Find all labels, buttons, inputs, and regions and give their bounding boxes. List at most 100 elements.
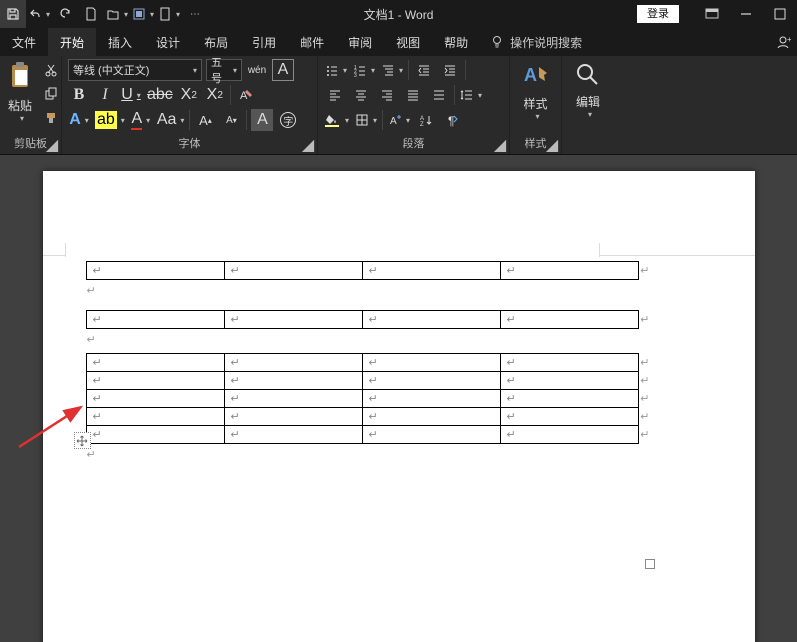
chevron-down-icon[interactable]: ▾ <box>406 116 410 125</box>
undo-icon[interactable]: ▾ <box>26 0 52 28</box>
new-doc-icon[interactable] <box>78 0 104 28</box>
tab-file[interactable]: 文件 <box>0 28 48 56</box>
shading-button[interactable]: ▾ <box>324 109 350 131</box>
editing-button[interactable]: 编辑 ▾ <box>568 59 608 119</box>
clear-format-icon[interactable]: A <box>235 84 257 106</box>
chevron-down-icon[interactable]: ▾ <box>137 91 141 100</box>
clipboard-launcher-icon[interactable]: ◢ <box>45 138 59 152</box>
copy-icon[interactable] <box>40 83 62 105</box>
shrink-font-icon[interactable]: A▾ <box>220 109 242 131</box>
show-marks-icon[interactable]: ¶ <box>441 109 463 131</box>
highlight-button[interactable]: ab▾ <box>94 109 126 131</box>
tab-home[interactable]: 开始 <box>48 28 96 56</box>
maximize-icon[interactable] <box>763 0 797 28</box>
tell-me[interactable]: 操作说明搜索 <box>490 28 582 56</box>
borders-button[interactable]: ▾ <box>354 109 378 131</box>
styles-button[interactable]: A 样式 ▾ <box>516 59 555 121</box>
table-resize-handle[interactable] <box>645 559 655 569</box>
cut-icon[interactable] <box>40 59 62 81</box>
document-area[interactable]: ↵↵↵↵↵ ↵ ↵↵↵↵↵ ↵ ↵↵↵↵↵ ↵↵↵↵↵ ↵↵↵↵↵ ↵↵↵↵↵ … <box>0 155 797 642</box>
word-table[interactable]: ↵↵↵↵↵ <box>86 261 639 280</box>
chevron-down-icon[interactable]: ▾ <box>343 66 347 75</box>
align-right-icon[interactable] <box>376 84 398 106</box>
chevron-down-icon[interactable]: ▾ <box>535 112 539 121</box>
chevron-down-icon[interactable]: ▾ <box>588 110 592 119</box>
align-distributed-icon[interactable] <box>428 84 450 106</box>
tab-help[interactable]: 帮助 <box>432 28 480 56</box>
char-border-icon[interactable]: A <box>272 59 294 81</box>
tab-review[interactable]: 审阅 <box>336 28 384 56</box>
paste-button[interactable]: 粘贴 ▾ <box>6 59 34 123</box>
chevron-down-icon[interactable]: ▾ <box>193 66 197 75</box>
align-center-icon[interactable] <box>350 84 372 106</box>
redo-icon[interactable] <box>52 0 78 28</box>
align-left-icon[interactable] <box>324 84 346 106</box>
bold-button[interactable]: B <box>68 84 90 106</box>
subscript-button[interactable]: X2 <box>178 84 200 106</box>
chevron-down-icon[interactable]: ▾ <box>124 10 128 19</box>
format-painter-icon[interactable] <box>40 107 62 129</box>
chevron-down-icon[interactable]: ▾ <box>373 116 377 125</box>
paragraph-launcher-icon[interactable]: ◢ <box>493 138 507 152</box>
char-shading-icon[interactable]: A <box>251 109 273 131</box>
table-row[interactable]: ↵↵↵↵↵ <box>86 354 638 372</box>
chevron-down-icon[interactable]: ▾ <box>345 116 349 125</box>
chevron-down-icon[interactable]: ▾ <box>478 91 482 100</box>
numbering-button[interactable]: 123▾ <box>352 59 376 81</box>
tab-view[interactable]: 视图 <box>384 28 432 56</box>
open-icon[interactable]: ▾ <box>104 0 130 28</box>
touch-mode-icon[interactable]: ▾ <box>130 0 156 28</box>
underline-button[interactable]: U▾ <box>120 84 142 106</box>
page[interactable]: ↵↵↵↵↵ ↵ ↵↵↵↵↵ ↵ ↵↵↵↵↵ ↵↵↵↵↵ ↵↵↵↵↵ ↵↵↵↵↵ … <box>43 171 755 642</box>
chevron-down-icon[interactable]: ▾ <box>121 116 125 125</box>
line-spacing-button[interactable]: ▾ <box>459 84 483 106</box>
qat-customize-icon[interactable]: ⋯ <box>182 0 208 28</box>
word-table[interactable]: ↵↵↵↵↵ <box>86 310 639 329</box>
table-row[interactable]: ↵↵↵↵↵ <box>86 311 638 329</box>
increase-indent-icon[interactable] <box>439 59 461 81</box>
change-case-button[interactable]: Aa▾ <box>156 109 186 131</box>
bullets-button[interactable]: ▾ <box>324 59 348 81</box>
word-table[interactable]: ↵↵↵↵↵ ↵↵↵↵↵ ↵↵↵↵↵ ↵↵↵↵↵ ↵↵↵↵↵ <box>86 353 639 444</box>
chevron-down-icon[interactable]: ▾ <box>150 10 154 19</box>
tab-mailings[interactable]: 邮件 <box>288 28 336 56</box>
align-justify-icon[interactable] <box>402 84 424 106</box>
table-row[interactable]: ↵↵↵↵↵ <box>86 390 638 408</box>
chevron-down-icon[interactable]: ▾ <box>176 10 180 19</box>
enclose-char-icon[interactable]: 字 <box>277 109 299 131</box>
sort-icon[interactable]: AZ <box>415 109 437 131</box>
chevron-down-icon[interactable]: ▾ <box>180 116 184 125</box>
minimize-icon[interactable] <box>729 0 763 28</box>
share-icon[interactable]: + <box>775 28 791 56</box>
table-row[interactable]: ↵↵↵↵↵ <box>86 372 638 390</box>
save-icon[interactable] <box>0 0 26 28</box>
chevron-down-icon[interactable]: ▾ <box>233 66 237 75</box>
chevron-down-icon[interactable]: ▾ <box>20 114 24 123</box>
superscript-button[interactable]: X2 <box>204 84 226 106</box>
print-preview-icon[interactable]: ▾ <box>156 0 182 28</box>
login-button[interactable]: 登录 <box>637 5 679 23</box>
table-row[interactable]: ↵↵↵↵↵ <box>86 262 638 280</box>
chevron-down-icon[interactable]: ▾ <box>399 66 403 75</box>
font-launcher-icon[interactable]: ◢ <box>301 138 315 152</box>
styles-launcher-icon[interactable]: ◢ <box>545 138 559 152</box>
decrease-indent-icon[interactable] <box>413 59 435 81</box>
table-row[interactable]: ↵↵↵↵↵ <box>86 426 638 444</box>
text-effects-button[interactable]: A▾ <box>68 109 90 131</box>
tab-references[interactable]: 引用 <box>240 28 288 56</box>
font-color-button[interactable]: A▾ <box>130 109 152 131</box>
italic-button[interactable]: I <box>94 84 116 106</box>
font-size-combo[interactable]: 五号▾ <box>206 59 242 81</box>
chevron-down-icon[interactable]: ▾ <box>46 10 50 19</box>
char-scale-button[interactable]: A▾ <box>387 109 411 131</box>
chevron-down-icon[interactable]: ▾ <box>371 66 375 75</box>
multilevel-list-button[interactable]: ▾ <box>380 59 404 81</box>
strikethrough-button[interactable]: abc <box>146 84 174 106</box>
phonetic-guide-icon[interactable]: wén <box>246 59 268 81</box>
tab-layout[interactable]: 布局 <box>192 28 240 56</box>
table-row[interactable]: ↵↵↵↵↵ <box>86 408 638 426</box>
tab-design[interactable]: 设计 <box>144 28 192 56</box>
grow-font-icon[interactable]: A▴ <box>194 109 216 131</box>
ribbon-display-icon[interactable] <box>695 0 729 28</box>
chevron-down-icon[interactable]: ▾ <box>85 116 89 125</box>
